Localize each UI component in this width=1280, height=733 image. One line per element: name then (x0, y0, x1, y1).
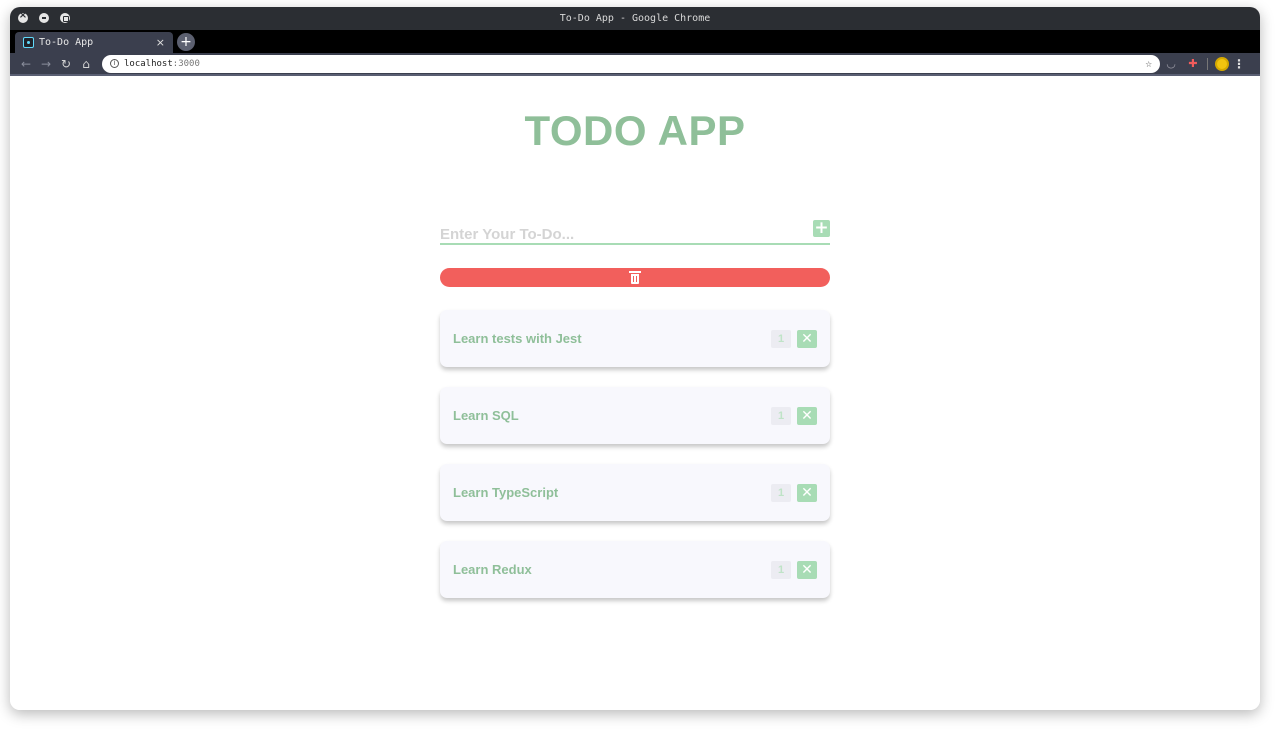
clear-all-button[interactable] (440, 268, 830, 287)
tab-close-icon[interactable]: × (156, 36, 165, 49)
todo-text: Learn tests with Jest (453, 331, 582, 346)
close-icon: ✕ (801, 484, 813, 501)
todo-count-badge: 1 (771, 560, 791, 579)
todo-text: Learn SQL (453, 408, 519, 423)
app-title: TODO APP (524, 107, 746, 154)
close-icon: ✕ (801, 330, 813, 347)
todo-text: Learn Redux (453, 562, 532, 577)
window-controls (18, 10, 70, 23)
reload-icon[interactable]: ↻ (56, 57, 76, 71)
url-host: localhost (124, 58, 173, 69)
profile-avatar-icon[interactable] (1215, 56, 1229, 71)
add-todo-button[interactable]: + (813, 217, 830, 238)
todo-list: Learn tests with Jest 1 ✕ Learn SQL 1 ✕ … (440, 310, 830, 618)
todo-item: Learn SQL 1 ✕ (440, 387, 830, 444)
maximize-window-icon[interactable] (60, 13, 70, 23)
title-bar: To-Do App - Google Chrome (10, 7, 1260, 30)
browser-menu-icon[interactable]: ⋮ (1233, 57, 1245, 71)
todo-count-badge: 1 (771, 406, 791, 425)
bookmark-star-icon[interactable]: ☆ (1145, 57, 1152, 70)
site-info-icon[interactable]: i (110, 59, 119, 68)
plus-icon: + (814, 217, 829, 238)
close-window-icon[interactable] (18, 10, 28, 23)
plus-extension-icon[interactable]: ✚ (1182, 57, 1204, 70)
tab-strip: To-Do App × + (10, 30, 1260, 53)
address-bar[interactable]: i localhost:3000 ☆ (102, 54, 1160, 73)
todo-item: Learn TypeScript 1 ✕ (440, 464, 830, 521)
close-icon: ✕ (801, 561, 813, 578)
forward-arrow-icon[interactable]: → (36, 57, 56, 71)
page-content: TODO APP + Learn tests with Jest 1 ✕ Lea… (10, 76, 1260, 710)
todo-count-badge: 1 (771, 329, 791, 348)
react-favicon-icon (23, 37, 34, 48)
new-tab-button[interactable]: + (177, 33, 195, 51)
browser-tab[interactable]: To-Do App × (15, 32, 173, 53)
todo-input[interactable] (440, 219, 813, 243)
delete-todo-button[interactable]: ✕ (797, 483, 817, 502)
home-icon[interactable]: ⌂ (76, 57, 96, 71)
todo-count-badge: 1 (771, 483, 791, 502)
url-port: :3000 (172, 58, 200, 69)
window-title: To-Do App - Google Chrome (559, 13, 711, 24)
minimize-window-icon[interactable] (39, 13, 49, 23)
todo-item: Learn Redux 1 ✕ (440, 541, 830, 598)
delete-todo-button[interactable]: ✕ (797, 329, 817, 348)
todo-text: Learn TypeScript (453, 485, 559, 500)
browser-toolbar: ← → ↻ ⌂ i localhost:3000 ☆ ◡ ✚ ⋮ (10, 53, 1260, 76)
tab-title: To-Do App (39, 37, 94, 48)
todo-item: Learn tests with Jest 1 ✕ (440, 310, 830, 367)
close-icon: ✕ (801, 407, 813, 424)
toolbar-separator (1207, 57, 1208, 70)
delete-todo-button[interactable]: ✕ (797, 406, 817, 425)
pocket-extension-icon[interactable]: ◡ (1160, 57, 1182, 70)
todo-input-row: + (440, 219, 830, 245)
trash-icon (629, 271, 641, 284)
delete-todo-button[interactable]: ✕ (797, 560, 817, 579)
browser-window: To-Do App - Google Chrome To-Do App × + … (10, 7, 1260, 710)
back-arrow-icon[interactable]: ← (16, 57, 36, 71)
